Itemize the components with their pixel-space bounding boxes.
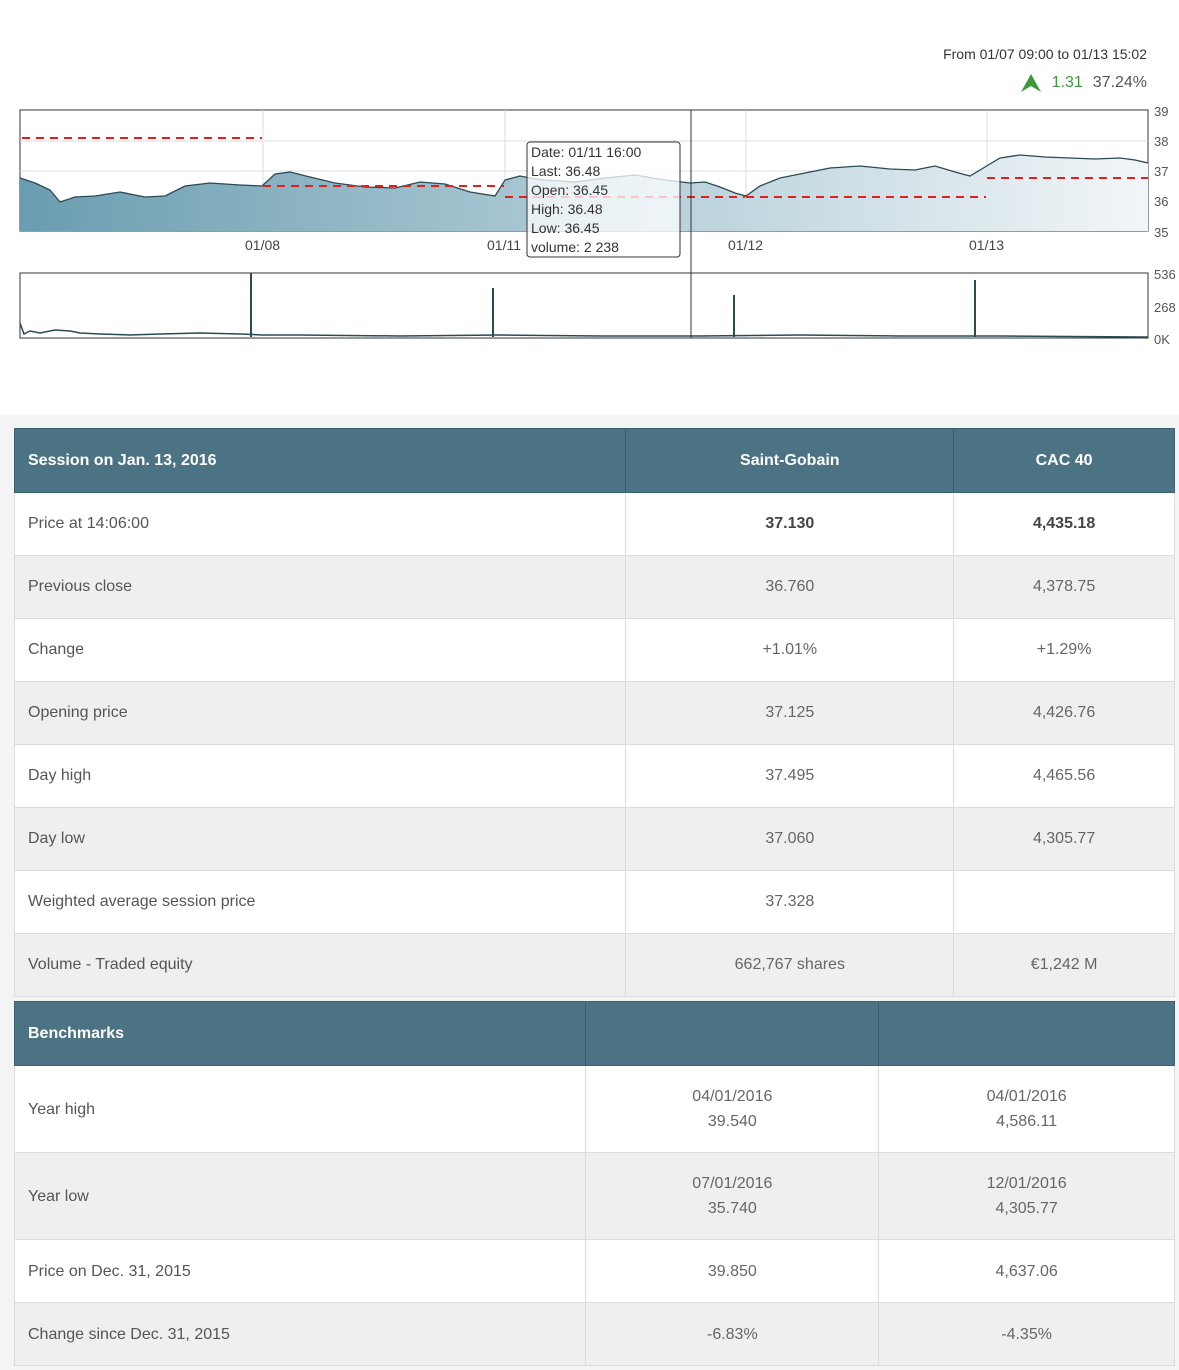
header-session: Session on Jan. 13, 2016 xyxy=(13,428,627,493)
cac-value: 4,305.77 xyxy=(995,1200,1058,1217)
table-row: Price at 14:06:00 37.130 4,435.18 xyxy=(13,492,1175,556)
header-cac40: CAC 40 xyxy=(953,428,1175,493)
header-benchmarks: Benchmarks xyxy=(13,1001,587,1066)
y-tick: 39 xyxy=(1154,104,1168,119)
sg-value: -6.83% xyxy=(585,1302,880,1366)
header-empty xyxy=(585,1001,880,1066)
sg-value: 36.760 xyxy=(625,555,955,619)
tooltip-last: Last: 36.48 xyxy=(531,163,600,179)
sg-value: 35.740 xyxy=(707,1200,757,1217)
row-label: Day low xyxy=(13,807,627,871)
cac-value: 4,305.77 xyxy=(953,807,1175,871)
header-empty xyxy=(878,1001,1175,1066)
cac-value: 4,426.76 xyxy=(953,681,1175,745)
tooltip-volume: volume: 2 238 xyxy=(531,239,619,255)
cac-value: -4.35% xyxy=(878,1302,1175,1366)
row-label: Year high xyxy=(13,1065,587,1153)
sg-value: 37.328 xyxy=(625,870,955,934)
sg-value: 37.060 xyxy=(625,807,955,871)
row-label: Change since Dec. 31, 2015 xyxy=(13,1302,587,1366)
cac-value: 4,465.56 xyxy=(953,744,1175,808)
row-label: Weighted average session price xyxy=(13,870,627,934)
vol-tick: 0K xyxy=(1154,332,1170,345)
price-chart-panel: From 01/07 09:00 to 01/13 15:02 1.31 37.… xyxy=(0,0,1179,400)
sg-value: 37.130 xyxy=(625,492,955,556)
row-label: Previous close xyxy=(13,555,627,619)
cac-value: €1,242 M xyxy=(953,933,1175,997)
y-tick: 37 xyxy=(1154,164,1168,179)
table-row: Price on Dec. 31, 2015 39.850 4,637.06 xyxy=(13,1239,1175,1303)
cac-value: 4,586.11 xyxy=(996,1113,1058,1130)
sg-date: 04/01/2016 xyxy=(692,1088,773,1105)
table-row: Change +1.01% +1.29% xyxy=(13,618,1175,682)
sg-value: 39.850 xyxy=(585,1239,880,1303)
table-row: Opening price 37.125 4,426.76 xyxy=(13,681,1175,745)
session-table-header: Session on Jan. 13, 2016 Saint-Gobain CA… xyxy=(13,428,1175,493)
cac-value: 4,378.75 xyxy=(953,555,1175,619)
sg-value: 37.125 xyxy=(625,681,955,745)
cac-date: 04/01/2016 xyxy=(986,1088,1067,1105)
row-label: Year low xyxy=(13,1152,587,1240)
tables-section: Session on Jan. 13, 2016 Saint-Gobain CA… xyxy=(0,415,1179,1370)
vol-tick: 536 xyxy=(1154,267,1176,282)
row-label: Volume - Traded equity xyxy=(13,933,627,997)
table-row: Day low 37.060 4,305.77 xyxy=(13,807,1175,871)
chart-svg[interactable]: 39 38 37 36 35 01/08 01/11 01/12 01/13 5… xyxy=(0,0,1179,345)
sg-value: +1.01% xyxy=(625,618,955,682)
sg-date: 07/01/2016 xyxy=(692,1175,773,1192)
chart-tooltip: Date: 01/11 16:00 Last: 36.48 Open: 36.4… xyxy=(526,141,681,258)
x-tick: 01/08 xyxy=(245,237,280,253)
row-label: Price on Dec. 31, 2015 xyxy=(13,1239,587,1303)
table-row: Previous close 36.760 4,378.75 xyxy=(13,555,1175,619)
table-row: Year high 04/01/2016 39.540 04/01/2016 4,5… xyxy=(13,1065,1175,1153)
row-label: Day high xyxy=(13,744,627,808)
volume-plot-frame xyxy=(19,272,1149,339)
session-table: Session on Jan. 13, 2016 Saint-Gobain CA… xyxy=(13,428,1175,997)
volume-y-axis: 536 268 0K xyxy=(1154,267,1176,345)
table-row: Day high 37.495 4,465.56 xyxy=(13,744,1175,808)
y-tick: 36 xyxy=(1154,194,1168,209)
header-saint-gobain: Saint-Gobain xyxy=(625,428,955,493)
y-tick: 35 xyxy=(1154,225,1168,240)
tooltip-high: High: 36.48 xyxy=(531,201,603,217)
table-row: Year low 07/01/2016 35.740 12/01/2016 4,30… xyxy=(13,1152,1175,1240)
table-row: Change since Dec. 31, 2015 -6.83% -4.35% xyxy=(13,1302,1175,1366)
tooltip-date: Date: 01/11 16:00 xyxy=(531,144,641,160)
cac-value xyxy=(953,870,1175,934)
row-label: Change xyxy=(13,618,627,682)
sg-value: 37.495 xyxy=(625,744,955,808)
row-label: Price at 14:06:00 xyxy=(13,492,627,556)
cac-value: +1.29% xyxy=(953,618,1175,682)
benchmarks-table-header: Benchmarks xyxy=(13,1001,1175,1066)
tooltip-low: Low: 36.45 xyxy=(531,220,600,236)
vol-tick: 268 xyxy=(1154,300,1176,315)
x-tick: 01/11 xyxy=(487,237,521,253)
y-tick: 38 xyxy=(1154,134,1168,149)
table-row: Volume - Traded equity 662,767 shares €1… xyxy=(13,933,1175,997)
cac-date: 12/01/2016 xyxy=(986,1175,1067,1192)
benchmarks-table: Benchmarks Year high 04/01/2016 39.540 04… xyxy=(13,1001,1175,1366)
cac-cell: 12/01/2016 4,305.77 xyxy=(878,1152,1175,1240)
x-tick: 01/12 xyxy=(728,237,763,253)
price-y-axis: 39 38 37 36 35 xyxy=(1154,104,1168,240)
sg-cell: 04/01/2016 39.540 xyxy=(585,1065,880,1153)
x-tick: 01/13 xyxy=(969,237,1004,253)
row-label: Opening price xyxy=(13,681,627,745)
table-row: Weighted average session price 37.328 xyxy=(13,870,1175,934)
cac-value: 4,435.18 xyxy=(953,492,1175,556)
cac-value: 4,637.06 xyxy=(878,1239,1175,1303)
sg-cell: 07/01/2016 35.740 xyxy=(585,1152,880,1240)
sg-value: 39.540 xyxy=(707,1113,757,1130)
cac-cell: 04/01/2016 4,586.11 xyxy=(878,1065,1175,1153)
tooltip-open: Open: 36.45 xyxy=(531,182,608,198)
sg-value: 662,767 shares xyxy=(625,933,955,997)
